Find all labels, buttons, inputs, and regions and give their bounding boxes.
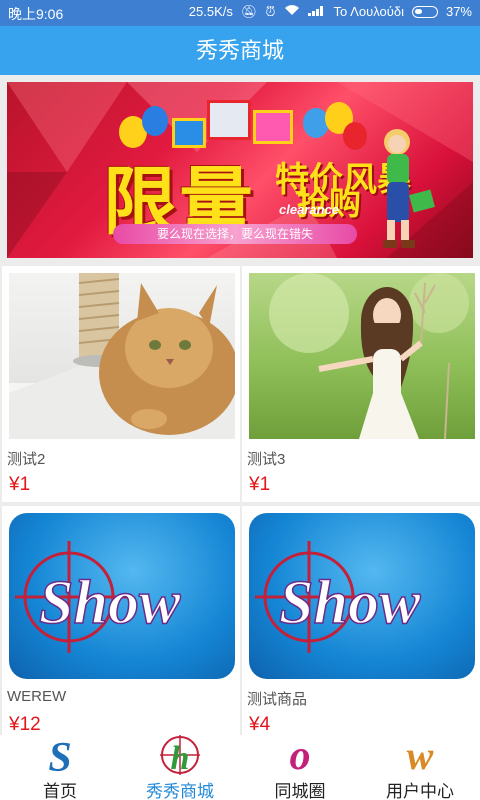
nav-shop[interactable]: h 秀秀商城 bbox=[120, 735, 240, 800]
user-w-icon: w bbox=[407, 735, 434, 775]
product-name: 测试2 bbox=[7, 451, 46, 468]
product-image-show-logo: Show bbox=[249, 513, 475, 679]
alarm-icon: ⏰︎ bbox=[265, 4, 276, 19]
promo-banner[interactable]: 限量 特价风暴 抢购 clearance 要么现在选择，要么现在错失 bbox=[7, 82, 473, 258]
balloon-decoration bbox=[343, 122, 367, 150]
battery-icon bbox=[411, 6, 438, 18]
bottom-navigation: S 首页 h 秀秀商城 o 同城圈 w 用户中心 bbox=[0, 735, 480, 800]
nav-home[interactable]: S 首页 bbox=[0, 735, 120, 800]
svg-text:w: w bbox=[407, 735, 434, 775]
product-card[interactable]: 测试3 ¥1 bbox=[242, 266, 480, 502]
nav-label: 首页 bbox=[43, 782, 77, 800]
mute-icon: 🔕︎ bbox=[240, 4, 258, 19]
network-speed: 25.5K/s bbox=[188, 4, 233, 19]
product-price: ¥12 bbox=[9, 714, 41, 735]
product-price: ¥1 bbox=[9, 474, 31, 495]
product-image-girl bbox=[249, 273, 475, 439]
nav-local-circle[interactable]: o 同城圈 bbox=[240, 735, 360, 800]
signal-icon bbox=[307, 4, 326, 20]
shop-h-icon: h bbox=[160, 735, 200, 775]
product-name: WEREW bbox=[7, 688, 67, 705]
shopping-girl-illustration bbox=[383, 129, 435, 248]
product-card[interactable]: Show WEREW ¥12 bbox=[2, 506, 240, 735]
svg-text:o: o bbox=[290, 735, 311, 775]
product-image-show-logo: Show bbox=[9, 513, 235, 679]
gift-box-decoration bbox=[207, 100, 251, 140]
battery-percent: 37% bbox=[445, 4, 472, 19]
show-logo-text: Show bbox=[279, 569, 421, 637]
nav-label: 秀秀商城 bbox=[146, 782, 214, 800]
svg-text:S: S bbox=[48, 735, 71, 775]
product-image-cat bbox=[9, 273, 235, 439]
balloon-decoration bbox=[142, 106, 168, 136]
product-name: 测试商品 bbox=[247, 691, 308, 708]
banner-subheadline-2: 抢购 bbox=[297, 185, 362, 221]
product-price: ¥1 bbox=[249, 474, 271, 495]
product-card[interactable]: Show 测试商品 ¥4 bbox=[242, 506, 480, 735]
product-name: 测试3 bbox=[247, 451, 286, 468]
home-s-icon: S bbox=[48, 735, 71, 775]
banner-tagline: 要么现在选择，要么现在错失 bbox=[113, 224, 357, 244]
status-time: 晚上9:06 bbox=[8, 6, 64, 22]
status-bar: 晚上9:06 25.5K/s 🔕︎ ⏰︎ Το Λουλούδι 37% bbox=[0, 0, 480, 26]
wifi-icon bbox=[284, 4, 300, 20]
page-title: 秀秀商城 bbox=[195, 38, 284, 63]
circle-o-icon: o bbox=[290, 735, 311, 775]
nav-label: 同城圈 bbox=[274, 782, 326, 800]
gift-box-decoration bbox=[253, 110, 293, 144]
app-title-bar: 秀秀商城 bbox=[0, 26, 480, 75]
nav-user-center[interactable]: w 用户中心 bbox=[360, 735, 480, 800]
carrier-name: Το Λουλούδι bbox=[333, 4, 404, 19]
svg-text:h: h bbox=[171, 740, 190, 775]
show-logo-text: Show bbox=[39, 569, 181, 637]
nav-label: 用户中心 bbox=[386, 782, 454, 800]
banner-english-text: clearance bbox=[279, 202, 339, 217]
product-card[interactable]: 测试2 ¥1 bbox=[2, 266, 240, 502]
product-price: ¥4 bbox=[249, 714, 271, 735]
